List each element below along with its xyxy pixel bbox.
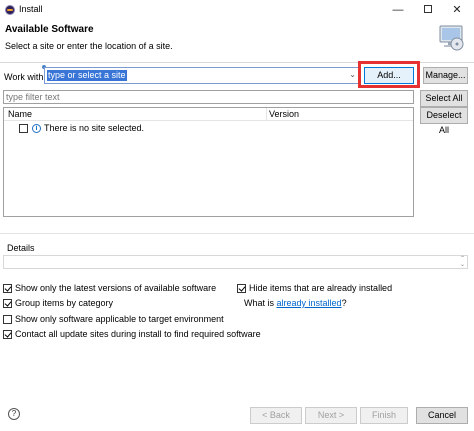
title-bar: Install — ✕ <box>0 0 474 20</box>
target-environment-checkbox[interactable] <box>3 315 12 324</box>
row-label: There is no site selected. <box>44 123 145 133</box>
deselect-all-button[interactable]: Deselect All <box>420 107 468 135</box>
cancel-button[interactable]: Cancel <box>416 407 468 424</box>
filter-input[interactable]: type filter text <box>3 90 414 104</box>
details-label: Details <box>7 243 35 253</box>
contact-update-sites-checkbox[interactable] <box>3 330 12 339</box>
group-by-category-checkbox[interactable] <box>3 299 12 308</box>
work-with-value[interactable]: type or select a site <box>47 70 127 81</box>
target-environment-label[interactable]: Show only software applicable to target … <box>15 314 224 324</box>
filter-placeholder: type filter text <box>6 92 60 102</box>
column-version[interactable]: Version <box>269 109 299 119</box>
latest-versions-label[interactable]: Show only the latest versions of availab… <box>15 283 216 293</box>
help-icon[interactable]: ? <box>8 408 20 420</box>
finish-button[interactable]: Finish <box>360 407 408 424</box>
work-with-label: Work with: <box>4 72 46 82</box>
column-separator[interactable] <box>266 108 267 121</box>
maximize-button[interactable] <box>414 0 442 20</box>
column-name[interactable]: Name <box>8 109 32 119</box>
maximize-icon <box>424 5 432 14</box>
page-subtitle: Select a site or enter the location of a… <box>5 41 173 51</box>
eclipse-icon <box>5 5 15 15</box>
already-installed-link[interactable]: already installed <box>277 298 342 308</box>
latest-versions-checkbox[interactable] <box>3 284 12 293</box>
sash-divider[interactable] <box>0 233 474 234</box>
software-tree[interactable]: Name Version i There is no site selected… <box>3 107 414 217</box>
work-with-combo[interactable]: type or select a site ⌄ <box>44 67 360 84</box>
details-text-area[interactable]: ⌃ ⌄ <box>3 255 468 269</box>
highlight-box <box>358 61 420 88</box>
select-all-button[interactable]: Select All <box>420 90 468 107</box>
tree-header: Name Version <box>4 108 413 121</box>
close-button[interactable]: ✕ <box>443 0 471 20</box>
contact-update-sites-label[interactable]: Contact all update sites during install … <box>15 329 261 339</box>
group-by-category-label[interactable]: Group items by category <box>15 298 113 308</box>
manage-button[interactable]: Manage... <box>423 67 468 84</box>
hide-installed-label[interactable]: Hide items that are already installed <box>249 283 392 293</box>
window-title: Install <box>19 4 43 14</box>
wizard-header: Available Software Select a site or ente… <box>0 20 474 62</box>
page-title: Available Software <box>5 24 94 35</box>
minimize-button[interactable]: — <box>384 0 412 20</box>
row-checkbox[interactable] <box>19 124 28 133</box>
scroll-arrows-icon[interactable]: ⌃ ⌄ <box>460 256 465 268</box>
what-is-suffix: ? <box>341 298 347 308</box>
info-icon: i <box>32 124 41 133</box>
next-button[interactable]: Next > <box>305 407 357 424</box>
what-is-installed: What is already installed? <box>244 298 347 308</box>
hide-installed-checkbox[interactable] <box>237 284 246 293</box>
install-wizard-icon <box>439 25 464 51</box>
chevron-down-icon[interactable]: ⌄ <box>349 70 356 79</box>
what-is-prefix: What is <box>244 298 277 308</box>
back-button[interactable]: < Back <box>250 407 302 424</box>
